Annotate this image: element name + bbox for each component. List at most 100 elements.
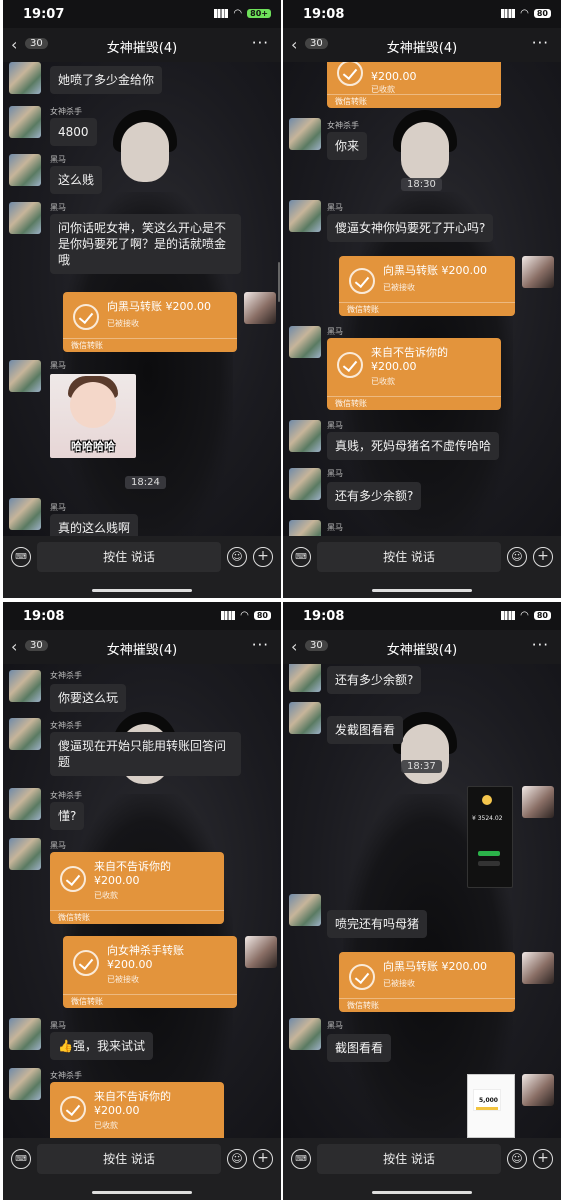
avatar[interactable] bbox=[289, 468, 321, 500]
avatar[interactable] bbox=[9, 1068, 41, 1100]
my-avatar[interactable] bbox=[522, 1074, 554, 1106]
chat-area[interactable]: 她喷了多少金给你 女神杀手 4800 黑马 这么贱 黑马 问你话呢女神，笑这么开… bbox=[3, 62, 281, 536]
voice-keyboard-icon[interactable]: ⌨ bbox=[291, 547, 311, 567]
message-bubble[interactable]: 还有多少余额? bbox=[327, 666, 422, 694]
plus-icon[interactable]: + bbox=[253, 547, 273, 567]
my-avatar[interactable] bbox=[522, 256, 554, 288]
my-avatar[interactable] bbox=[522, 952, 554, 984]
message-bubble[interactable]: 懂? bbox=[50, 802, 85, 830]
more-dots-icon[interactable]: ··· bbox=[532, 636, 549, 654]
transfer-card[interactable]: 向黑马转账 ¥200.00 已被接收 微信转账 bbox=[63, 292, 237, 352]
signal-icon bbox=[501, 9, 516, 18]
emoji-icon[interactable]: ☺ bbox=[227, 1149, 247, 1169]
status-icons: ◠ 80 bbox=[501, 8, 551, 19]
message-bubble[interactable]: 还有多少余额? bbox=[327, 482, 422, 510]
avatar[interactable] bbox=[289, 200, 321, 232]
avatar[interactable] bbox=[9, 106, 41, 138]
plus-icon[interactable]: + bbox=[253, 1149, 273, 1169]
scrollbar[interactable] bbox=[278, 262, 280, 302]
message-bubble[interactable]: 4800 bbox=[50, 118, 97, 146]
my-avatar[interactable] bbox=[244, 292, 276, 324]
transfer-card[interactable]: 向黑马转账 ¥200.00 已被接收 微信转账 bbox=[339, 256, 515, 316]
hold-to-talk-button[interactable]: 按住 说话 bbox=[37, 1144, 221, 1174]
message-bubble[interactable]: 问你话呢女神，笑这么开心是不是你妈要死了啊？是的话就喷金哦 bbox=[50, 214, 241, 274]
message-bubble[interactable]: 截图看看 bbox=[327, 1034, 392, 1062]
transfer-card[interactable]: 来自不告诉你的 ¥200.00 已收款 微信转账 bbox=[327, 338, 501, 410]
avatar[interactable] bbox=[289, 664, 321, 692]
transfer-card[interactable]: 来自不告诉你的 ¥200.00 已收款 微信转账 bbox=[50, 852, 224, 924]
more-dots-icon[interactable]: ··· bbox=[252, 34, 269, 52]
transfer-card[interactable]: 向女神杀手转账 ¥200.00 已被接收 微信转账 bbox=[63, 936, 237, 1008]
hold-to-talk-button[interactable]: 按住 说话 bbox=[37, 542, 221, 572]
message-bubble[interactable]: 真的这么贱啊 bbox=[50, 514, 139, 536]
battery-icon: 80 bbox=[253, 611, 271, 620]
avatar[interactable] bbox=[9, 154, 41, 186]
avatar[interactable] bbox=[9, 202, 41, 234]
chat-header: ‹ 30 女神摧毁(4) ··· bbox=[283, 630, 561, 664]
transfer-card[interactable]: 向黑马转账 ¥200.00 已被接收 微信转账 bbox=[339, 952, 515, 1012]
message-bubble[interactable]: 👍强，我来试试 bbox=[50, 1032, 153, 1060]
hold-to-talk-button[interactable]: 按住 说话 bbox=[317, 542, 501, 572]
avatar[interactable] bbox=[9, 498, 41, 530]
avatar[interactable] bbox=[9, 670, 41, 702]
message-bubble[interactable]: 发截图看看 bbox=[327, 716, 404, 744]
emoji-icon[interactable]: ☺ bbox=[227, 547, 247, 567]
emoji-icon[interactable]: ☺ bbox=[507, 1149, 527, 1169]
screenshot-image[interactable]: 5,000 bbox=[467, 1074, 515, 1138]
transfer-card[interactable]: ¥200.00 已收款 微信转账 bbox=[327, 62, 501, 108]
plus-icon[interactable]: + bbox=[533, 1149, 553, 1169]
status-time: 19:07 bbox=[23, 7, 65, 22]
message-bubble[interactable]: 这么贱 bbox=[50, 166, 103, 194]
hold-to-talk-button[interactable]: 按住 说话 bbox=[317, 1144, 501, 1174]
avatar[interactable] bbox=[289, 894, 321, 926]
my-avatar[interactable] bbox=[245, 936, 277, 968]
sticker-image[interactable]: 哈哈哈哈 bbox=[50, 374, 136, 458]
message-bubble[interactable]: 真贱，死妈母猪名不虚传哈哈 bbox=[327, 432, 500, 460]
more-dots-icon[interactable]: ··· bbox=[252, 636, 269, 654]
chat-screen-1: 19:07 ◠ 80+ ‹ 30 女神摧毁(4) ··· 她喷了多少金给你 女神… bbox=[3, 0, 281, 598]
avatar[interactable] bbox=[9, 788, 41, 820]
chat-area[interactable]: 女神杀手 你要这么玩 女神杀手 傻逼现在开始只能用转账回答问题 女神杀手 懂? … bbox=[3, 664, 281, 1138]
avatar[interactable] bbox=[289, 420, 321, 452]
emoji-icon[interactable]: ☺ bbox=[507, 547, 527, 567]
avatar[interactable] bbox=[289, 702, 321, 734]
coin-icon bbox=[482, 795, 492, 805]
battery-icon: 80+ bbox=[247, 9, 271, 18]
avatar[interactable] bbox=[9, 838, 41, 870]
avatar[interactable] bbox=[9, 718, 41, 750]
sender-name: 黑马 bbox=[50, 203, 66, 212]
background-figure-face bbox=[121, 122, 169, 182]
status-bar: 19:08 ◠ 80 bbox=[283, 602, 561, 630]
chat-area[interactable]: 还有多少余额? 发截图看看 18:37 ¥ 3524.02 喷完还有吗母猪 向黑… bbox=[283, 664, 561, 1138]
message-bubble[interactable]: 你要这么玩 bbox=[50, 684, 127, 712]
plus-icon[interactable]: + bbox=[533, 547, 553, 567]
sender-name: 女神杀手 bbox=[50, 1071, 82, 1080]
chat-title: 女神摧毁(4) bbox=[106, 643, 178, 658]
message-bubble[interactable]: 傻逼现在开始只能用转账回答问题 bbox=[50, 732, 241, 776]
status-icons: ◠ 80 bbox=[221, 610, 271, 621]
my-avatar[interactable] bbox=[522, 786, 554, 818]
avatar[interactable] bbox=[289, 1018, 321, 1050]
screenshot-image[interactable]: ¥ 3524.02 bbox=[467, 786, 513, 888]
voice-keyboard-icon[interactable]: ⌨ bbox=[11, 547, 31, 567]
message-bubble[interactable]: 她喷了多少金给你 bbox=[50, 66, 163, 94]
transfer-source: 微信转账 bbox=[327, 94, 501, 108]
message-bubble[interactable]: 你来 bbox=[327, 132, 368, 160]
avatar[interactable] bbox=[9, 62, 41, 94]
chat-area[interactable]: ¥200.00 已收款 微信转账 女神杀手 你来 18:30 黑马 傻逼女神你妈… bbox=[283, 62, 561, 536]
avatar[interactable] bbox=[289, 326, 321, 358]
status-bar: 19:08 ◠ 80 bbox=[283, 0, 561, 28]
avatar[interactable] bbox=[9, 360, 41, 392]
input-bar: ⌨ 按住 说话 ☺ + bbox=[283, 536, 561, 598]
status-time: 19:08 bbox=[303, 7, 345, 22]
message-bubble[interactable]: 喷完还有吗母猪 bbox=[327, 910, 428, 938]
avatar[interactable] bbox=[289, 118, 321, 150]
voice-keyboard-icon[interactable]: ⌨ bbox=[11, 1149, 31, 1169]
voice-keyboard-icon[interactable]: ⌨ bbox=[291, 1149, 311, 1169]
more-dots-icon[interactable]: ··· bbox=[532, 34, 549, 52]
transfer-card[interactable]: 来自不告诉你的 ¥200.00 已收款 bbox=[50, 1082, 224, 1138]
message-bubble[interactable]: 傻逼女神你妈要死了开心吗? bbox=[327, 214, 494, 242]
avatar[interactable] bbox=[9, 1018, 41, 1050]
wifi-icon: ◠ bbox=[520, 610, 529, 621]
avatar[interactable] bbox=[289, 520, 321, 536]
